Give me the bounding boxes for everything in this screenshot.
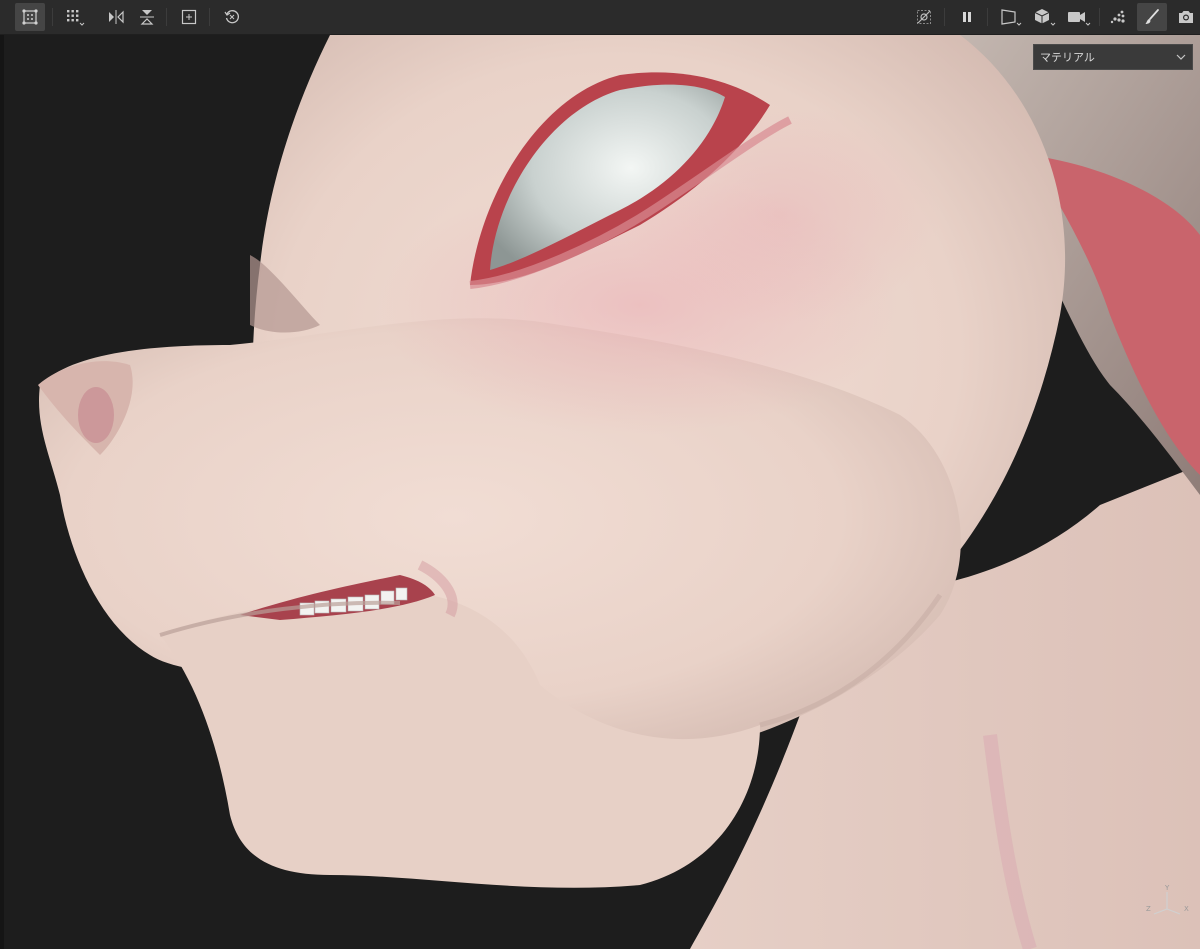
visibility-toggle-button[interactable] [909, 3, 939, 31]
axis-gizmo: Y Z X [1146, 884, 1189, 915]
mirror-horizontal-button[interactable] [101, 3, 131, 31]
toolbar-separator [1099, 8, 1100, 26]
pause-button[interactable] [952, 3, 982, 31]
toolbar-separator [166, 8, 167, 26]
camera-icon [1068, 12, 1091, 26]
grid-options-button[interactable] [60, 3, 90, 31]
screenshot-button[interactable] [1171, 3, 1200, 31]
lighting-button[interactable] [1103, 3, 1133, 31]
grid-options-icon [67, 10, 85, 26]
cube-icon [1034, 9, 1056, 26]
3d-viewport[interactable] [0, 35, 1200, 949]
pause-icon [963, 12, 971, 22]
axis-label-y: Y [1164, 884, 1170, 892]
lighting-icon [1110, 10, 1125, 24]
mirror-vertical-button[interactable] [132, 3, 162, 31]
frame-icon [181, 9, 197, 25]
frame-button[interactable] [174, 3, 204, 31]
brush-icon [1145, 9, 1159, 24]
material-dropdown[interactable]: マテリアル [1033, 44, 1193, 70]
toolbar-separator [52, 8, 53, 26]
brush-button[interactable] [1137, 3, 1167, 31]
reset-view-button[interactable] [217, 3, 247, 31]
camera-button[interactable] [1064, 3, 1094, 31]
toolbar-separator [944, 8, 945, 26]
material-dropdown-value: マテリアル [1040, 52, 1095, 64]
perspective-button[interactable] [996, 3, 1026, 31]
display-mode-button[interactable] [1030, 3, 1060, 31]
toolbar-separator [209, 8, 210, 26]
axis-label-x: X [1184, 905, 1189, 913]
visibility-off-icon [917, 10, 931, 24]
screenshot-icon [1179, 11, 1193, 23]
axis-label-z: Z [1146, 905, 1151, 913]
chevron-down-icon [1176, 54, 1186, 60]
sculpt-model [38, 35, 1200, 949]
left-edge-strip [0, 35, 4, 949]
select-grid-icon [22, 9, 38, 25]
mirror-horizontal-icon [109, 10, 124, 24]
toolbar-separator [987, 8, 988, 26]
perspective-icon [1001, 9, 1022, 26]
reset-view-icon [224, 10, 239, 24]
select-grid-button[interactable] [15, 3, 45, 31]
top-toolbar [0, 0, 1200, 35]
mirror-vertical-icon [140, 10, 154, 25]
